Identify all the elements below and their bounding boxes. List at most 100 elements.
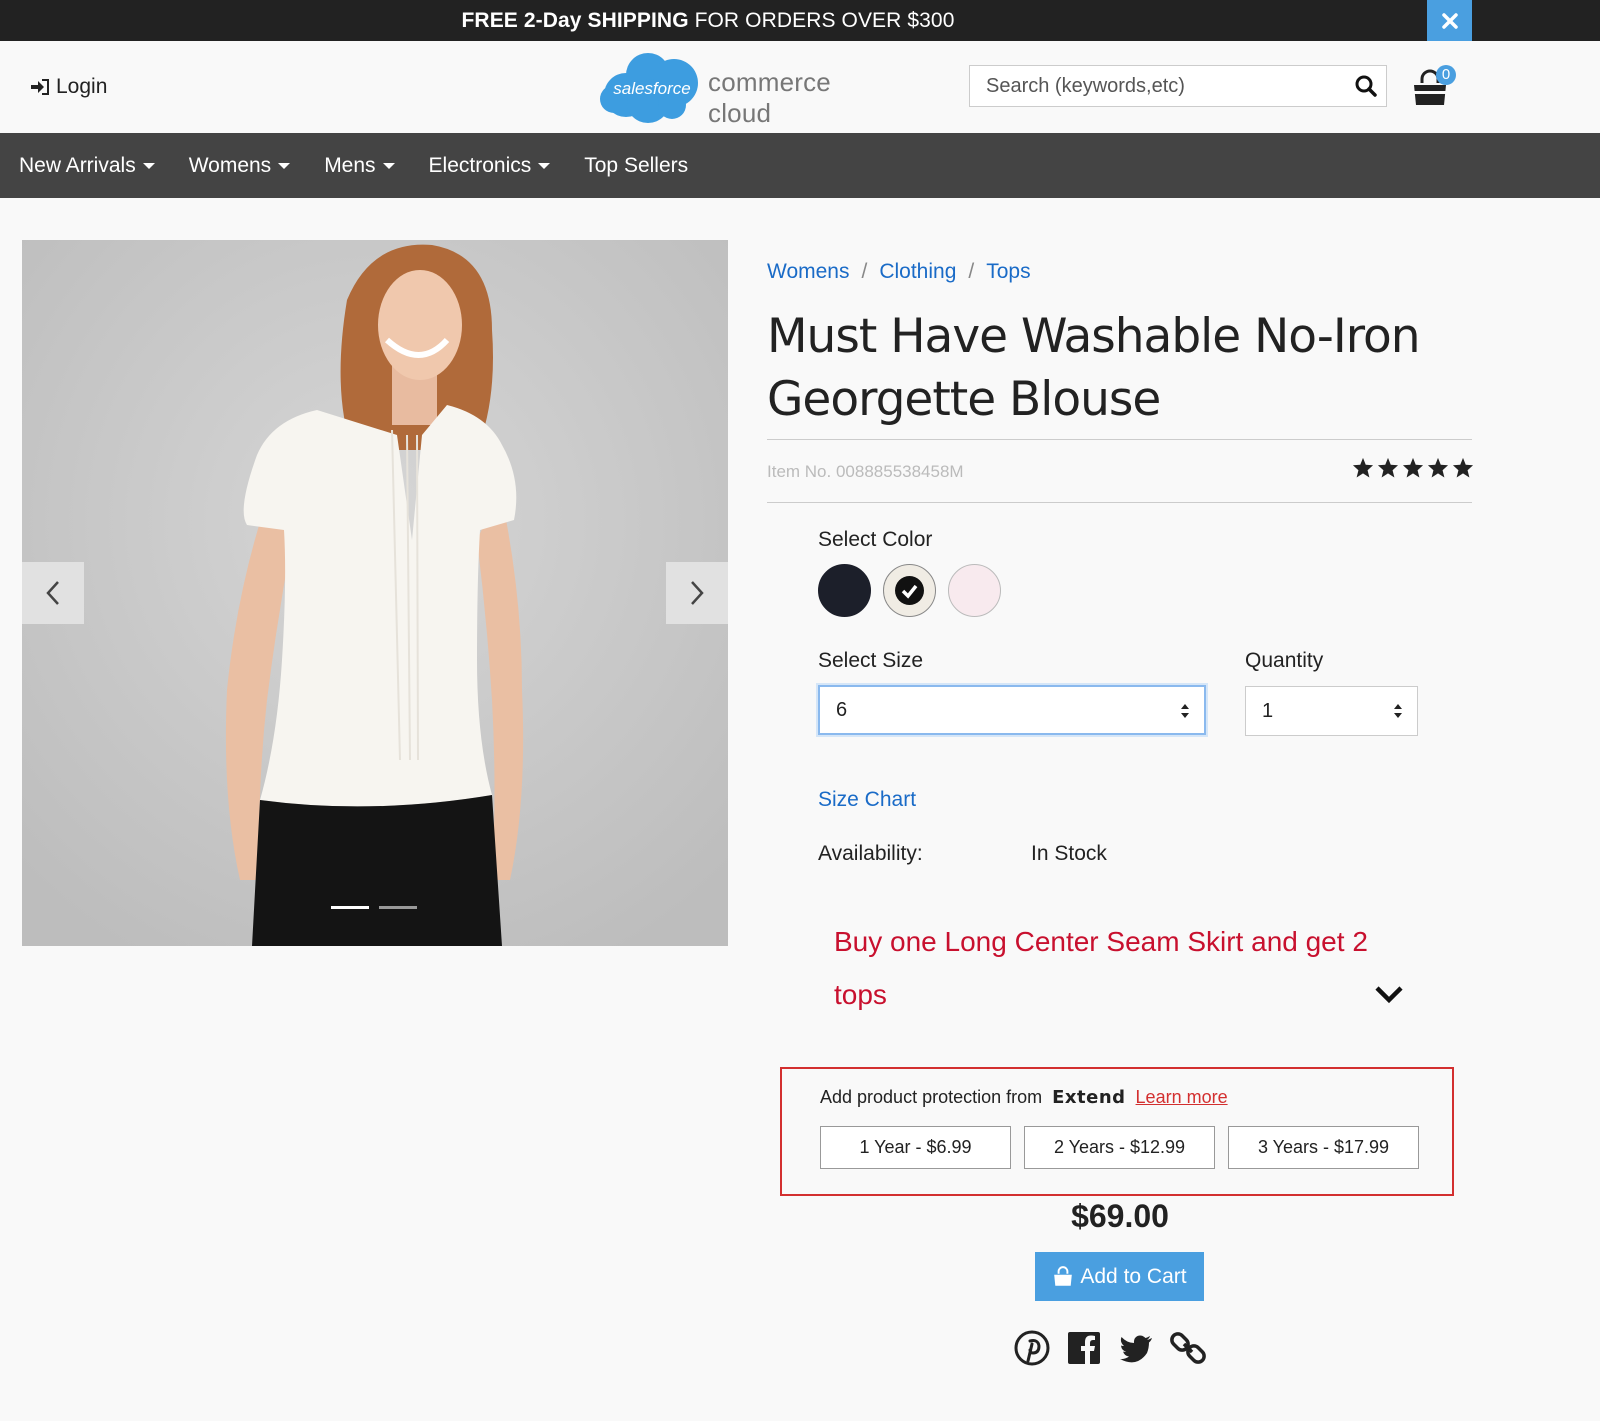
nav-item-mens[interactable]: Mens bbox=[324, 153, 395, 178]
caret-down-icon bbox=[142, 162, 155, 169]
star-icon bbox=[1427, 457, 1449, 478]
logo-badge-text: salesforce bbox=[613, 79, 690, 98]
facebook-share-button[interactable] bbox=[1066, 1330, 1102, 1366]
promo-rest: FOR ORDERS OVER $300 bbox=[688, 9, 955, 32]
search-input[interactable] bbox=[970, 66, 1330, 106]
promo-bar: FREE 2-Day SHIPPING FOR ORDERS OVER $300 bbox=[0, 0, 1600, 41]
select-size-label: Select Size bbox=[818, 649, 924, 672]
carousel-indicator[interactable] bbox=[379, 906, 417, 909]
product-image-carousel bbox=[22, 240, 728, 946]
add-to-cart-label: Add to Cart bbox=[1080, 1264, 1187, 1288]
salesforce-cloud-logo: salesforce bbox=[600, 53, 698, 123]
product-photo bbox=[22, 240, 728, 946]
product-price: $69.00 bbox=[1071, 1198, 1169, 1234]
caret-down-icon bbox=[538, 162, 551, 169]
social-share bbox=[1014, 1330, 1206, 1366]
extend-header: Add product protection from Extend Learn… bbox=[820, 1087, 1228, 1108]
facebook-icon bbox=[1068, 1332, 1100, 1364]
extend-protection-box: Add product protection from Extend Learn… bbox=[780, 1067, 1454, 1196]
nav-item-new-arrivals[interactable]: New Arrivals bbox=[19, 154, 155, 178]
search-icon bbox=[1355, 75, 1377, 97]
nav-label: Womens bbox=[188, 153, 272, 177]
color-swatch-pink[interactable] bbox=[948, 564, 1001, 617]
rating-stars bbox=[1352, 457, 1474, 478]
twitter-share-button[interactable] bbox=[1118, 1330, 1154, 1366]
nav-label: Electronics bbox=[428, 153, 532, 177]
plan-1-year-button[interactable]: 1 Year - $6.99 bbox=[820, 1126, 1011, 1169]
main-nav: New Arrivals Womens Mens Electronics Top… bbox=[0, 133, 1600, 198]
breadcrumb: Womens / Clothing / Tops bbox=[767, 260, 1031, 284]
copy-link-button[interactable] bbox=[1170, 1330, 1206, 1366]
pinterest-share-button[interactable] bbox=[1014, 1330, 1050, 1366]
breadcrumb-tops[interactable]: Tops bbox=[986, 260, 1030, 284]
product-title: Must Have Washable No-Iron Georgette Blo… bbox=[767, 309, 1421, 427]
star-icon bbox=[1377, 457, 1399, 478]
plan-2-years-button[interactable]: 2 Years - $12.99 bbox=[1024, 1126, 1215, 1169]
divider bbox=[767, 439, 1472, 440]
promo-bold: FREE 2-Day SHIPPING bbox=[461, 9, 689, 32]
star-icon bbox=[1402, 457, 1424, 478]
carousel-prev-button[interactable] bbox=[22, 562, 84, 624]
chevron-right-icon bbox=[691, 581, 704, 605]
quantity-label: Quantity bbox=[1245, 649, 1324, 672]
select-arrows-icon bbox=[1181, 704, 1189, 718]
search-box bbox=[969, 65, 1387, 107]
plan-3-years-button[interactable]: 3 Years - $17.99 bbox=[1228, 1126, 1419, 1169]
carousel-indicators bbox=[331, 906, 417, 909]
twitter-icon bbox=[1120, 1335, 1152, 1363]
color-swatches bbox=[818, 564, 1001, 617]
cart-button[interactable]: 0 bbox=[1410, 63, 1460, 109]
caret-down-icon bbox=[278, 162, 291, 169]
breadcrumb-separator: / bbox=[861, 260, 868, 283]
close-icon bbox=[1441, 12, 1458, 29]
link-icon bbox=[1170, 1332, 1206, 1364]
login-label: Login bbox=[56, 75, 108, 98]
login-icon bbox=[31, 79, 49, 95]
learn-more-link[interactable]: Learn more bbox=[1136, 1087, 1228, 1108]
breadcrumb-womens[interactable]: Womens bbox=[767, 260, 849, 284]
nav-label: New Arrivals bbox=[19, 153, 136, 177]
size-select[interactable]: 6 bbox=[818, 685, 1206, 735]
star-icon bbox=[1452, 457, 1474, 478]
select-arrows-icon bbox=[1394, 704, 1402, 718]
pinterest-icon bbox=[1014, 1330, 1050, 1366]
site-header: Login salesforce commerce cloud 0 bbox=[0, 41, 1600, 133]
quantity-select[interactable]: 1 bbox=[1245, 686, 1418, 736]
extend-brand-logo: Extend bbox=[1052, 1087, 1126, 1108]
search-button[interactable] bbox=[1354, 74, 1378, 98]
logo-text: commerce cloud bbox=[708, 67, 831, 128]
logo[interactable]: salesforce commerce cloud bbox=[598, 51, 898, 128]
cart-icon bbox=[1054, 1265, 1073, 1286]
login-link[interactable]: Login bbox=[30, 75, 107, 99]
quantity-value: 1 bbox=[1262, 700, 1274, 722]
nav-item-electronics[interactable]: Electronics bbox=[429, 154, 551, 178]
breadcrumb-clothing[interactable]: Clothing bbox=[879, 260, 956, 284]
add-to-cart-button[interactable]: Add to Cart bbox=[1035, 1252, 1204, 1301]
availability-value: In Stock bbox=[1031, 842, 1107, 865]
size-value: 6 bbox=[836, 699, 848, 721]
select-color-label: Select Color bbox=[818, 528, 933, 551]
nav-label: Top Sellers bbox=[584, 153, 689, 177]
nav-label: Mens bbox=[324, 153, 376, 177]
color-swatch-ivory[interactable] bbox=[883, 564, 936, 617]
availability-label: Availability: bbox=[818, 842, 923, 865]
nav-item-womens[interactable]: Womens bbox=[188, 153, 291, 178]
carousel-next-button[interactable] bbox=[666, 562, 728, 624]
promo-close-button[interactable] bbox=[1427, 0, 1472, 41]
color-swatch-navy[interactable] bbox=[818, 564, 871, 617]
promotion-message[interactable]: Buy one Long Center Seam Skirt and get 2… bbox=[834, 915, 1394, 1021]
check-icon bbox=[895, 576, 924, 605]
size-chart-link[interactable]: Size Chart bbox=[818, 788, 916, 812]
divider bbox=[767, 502, 1472, 503]
chevron-left-icon bbox=[46, 581, 59, 605]
chevron-down-icon[interactable] bbox=[1374, 984, 1404, 1004]
caret-down-icon bbox=[382, 162, 395, 169]
promo-text: FREE 2-Day SHIPPING FOR ORDERS OVER $300 bbox=[0, 0, 1416, 41]
item-number: Item No. 008885538458M bbox=[767, 462, 964, 481]
breadcrumb-separator: / bbox=[968, 260, 975, 283]
cart-count-badge: 0 bbox=[1436, 65, 1456, 85]
extend-intro: Add product protection from bbox=[820, 1087, 1043, 1107]
carousel-indicator[interactable] bbox=[331, 906, 369, 909]
nav-item-top-sellers[interactable]: Top Sellers bbox=[584, 154, 688, 178]
star-icon bbox=[1352, 457, 1374, 478]
